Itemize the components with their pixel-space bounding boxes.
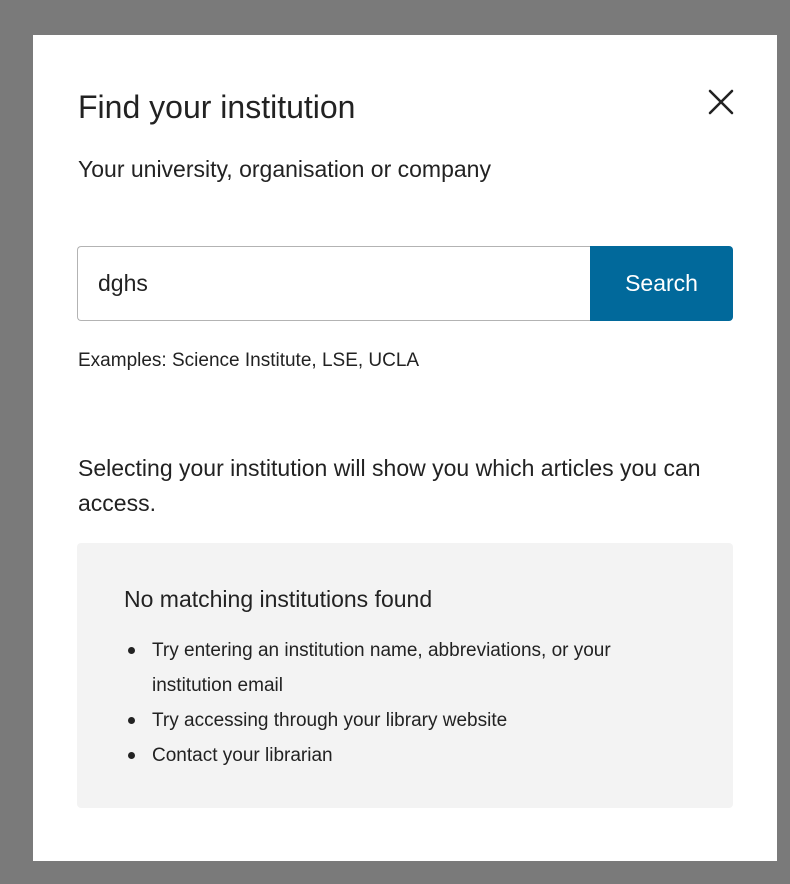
find-institution-dialog: Find your institution Your university, o… [33, 35, 777, 861]
suggestion-text: Try entering an institution name, abbrev… [152, 640, 611, 696]
dialog-subtitle: Your university, organisation or company [78, 156, 491, 182]
search-form: Search [77, 246, 733, 321]
explanation-text: Selecting your institution will show you… [78, 455, 701, 516]
no-results-panel: No matching institutions found Try enter… [77, 543, 733, 808]
bullet-icon [128, 647, 135, 654]
close-button[interactable] [701, 83, 741, 123]
suggestion-text: Contact your librarian [152, 745, 333, 766]
bullet-icon [128, 752, 135, 759]
dialog-title: Find your institution [78, 89, 356, 125]
search-button[interactable]: Search [590, 246, 733, 321]
suggestion-text: Try accessing through your library websi… [152, 710, 508, 731]
suggestion-item: Try accessing through your library websi… [124, 703, 684, 738]
suggestion-list: Try entering an institution name, abbrev… [124, 633, 684, 773]
no-results-heading: No matching institutions found [124, 586, 433, 612]
bullet-icon [128, 717, 135, 724]
suggestion-item: Try entering an institution name, abbrev… [124, 633, 684, 703]
close-icon [708, 89, 734, 118]
institution-search-input[interactable] [77, 246, 590, 321]
suggestion-item: Contact your librarian [124, 738, 684, 773]
search-examples: Examples: Science Institute, LSE, UCLA [78, 350, 420, 371]
